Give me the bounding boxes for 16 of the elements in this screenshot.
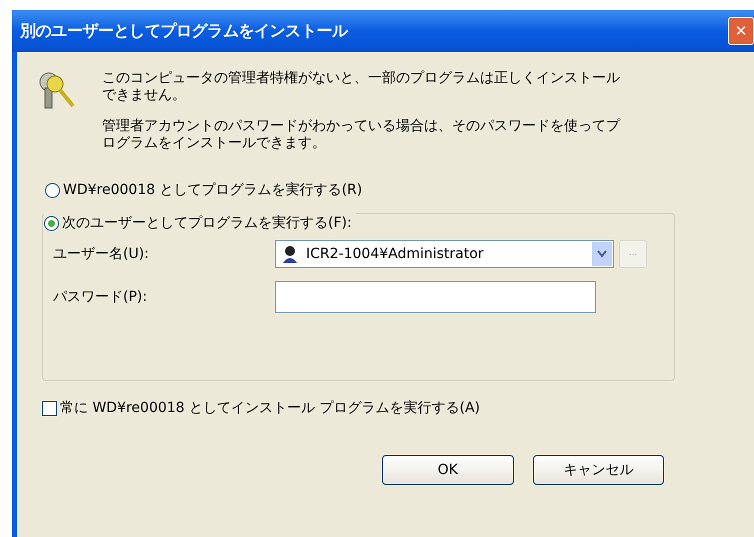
field-label: ユーザー名(U): (53, 244, 150, 264)
user-icon (282, 245, 298, 263)
radio-button[interactable] (44, 216, 59, 231)
radio-option[interactable]: 次のユーザーとしてプログラムを実行する(F): (44, 213, 356, 234)
close-button[interactable]: ✕ (728, 17, 754, 45)
checkbox-option[interactable]: 常に WD¥re00018 としてインストール プログラムを実行する(A) (42, 398, 480, 419)
message-text: このコンピュータの管理者特権がないと、一部のプログラムは正しくインストールできません。 (102, 70, 621, 104)
field-label: パスワード(P): (53, 288, 148, 306)
checkbox[interactable] (42, 401, 57, 416)
password-field[interactable] (275, 281, 596, 313)
dialog-button[interactable]: キャンセル (532, 455, 664, 485)
user-dropdown[interactable]: ICR2-1004¥Administrator (275, 240, 614, 268)
dialog-button[interactable]: OK (382, 455, 514, 485)
window-title: 別のユーザーとしてプログラムをインストール (20, 20, 348, 42)
radio-button[interactable] (45, 183, 60, 198)
message-text: 管理者アカウントのパスワードがわかっている場合は、そのパスワードを使ってプログラムをインストールできます。 (102, 118, 622, 152)
